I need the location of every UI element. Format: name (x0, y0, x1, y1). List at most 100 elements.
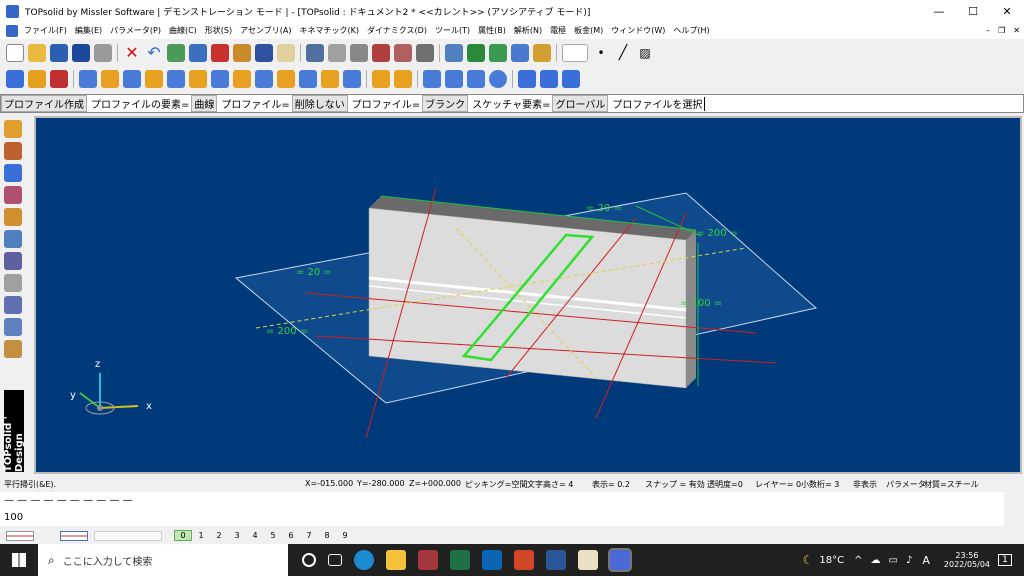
paint-app-icon[interactable] (578, 550, 598, 570)
pencil-icon[interactable] (189, 44, 207, 62)
assembly-icon[interactable] (4, 252, 22, 270)
status-snap[interactable]: スナップ = 有効 (645, 479, 705, 490)
eraser-icon[interactable] (277, 44, 295, 62)
topsolid-app-icon[interactable] (608, 548, 632, 572)
layer-5-button[interactable]: 5 (264, 531, 282, 540)
cone-icon[interactable] (467, 70, 485, 88)
tray-chevron-icon[interactable]: ^ (854, 555, 862, 566)
close-button[interactable]: ✕ (990, 0, 1024, 22)
maximize-button[interactable]: ☐ (956, 0, 990, 22)
clock[interactable]: 23:56 2022/05/04 (944, 551, 990, 569)
notification-icon[interactable]: 1 (998, 554, 1012, 566)
menu-tools[interactable]: ツール(T) (431, 25, 474, 36)
shape-tool-4-icon[interactable] (79, 70, 97, 88)
layer-1-button[interactable]: 1 (192, 531, 210, 540)
cortana-icon[interactable] (302, 553, 316, 567)
layer-9-button[interactable]: 9 (336, 531, 354, 540)
info-icon[interactable] (72, 44, 90, 62)
refresh-icon[interactable] (562, 70, 580, 88)
shape-tool-11-icon[interactable] (233, 70, 251, 88)
taskbar-search[interactable]: ⌕ ここに入力して検索 (38, 544, 288, 576)
menu-edit[interactable]: 編集(E) (71, 25, 106, 36)
shape-tool-17-icon[interactable] (372, 70, 390, 88)
menu-analysis[interactable]: 解析(N) (510, 25, 546, 36)
surface-icon[interactable] (4, 186, 22, 204)
menu-kinematic[interactable]: キネマチック(K) (295, 25, 363, 36)
measure-icon[interactable] (372, 44, 390, 62)
weather-temp[interactable]: 18°C (819, 555, 844, 566)
3d-viewport[interactable]: = 20 = = 200 = = 20 = = 100 = = 200 = z … (34, 116, 1022, 474)
scissors-icon[interactable] (306, 44, 324, 62)
shape-tool-9-icon[interactable] (189, 70, 207, 88)
menu-electrode[interactable]: 電極 (546, 25, 570, 36)
status-transparency[interactable]: 透明度=0 (707, 479, 743, 490)
shape-tool-10-icon[interactable] (211, 70, 229, 88)
word-icon[interactable] (546, 550, 566, 570)
status-material[interactable]: 材質=スチール (924, 479, 979, 490)
layer-0-button[interactable]: 0 (174, 530, 192, 541)
network-icon[interactable]: ▭ (889, 555, 898, 566)
layer-8-button[interactable]: 8 (318, 531, 336, 540)
layer-7-button[interactable]: 7 (300, 531, 318, 540)
shape-tool-2-icon[interactable] (28, 70, 46, 88)
layer-4-button[interactable]: 4 (246, 531, 264, 540)
shape-tool-5-icon[interactable] (101, 70, 119, 88)
layer-2-button[interactable]: 2 (210, 531, 228, 540)
excel-icon[interactable] (450, 550, 470, 570)
menu-parameter[interactable]: パラメータ(P) (106, 25, 165, 36)
menu-file[interactable]: ファイル(F) (20, 25, 71, 36)
task-view-icon[interactable] (328, 554, 342, 566)
weather-icon[interactable]: ☾ (803, 553, 814, 567)
minimize-button[interactable]: — (922, 0, 956, 22)
shape-tool-7-icon[interactable] (145, 70, 163, 88)
line-width-swatch[interactable] (94, 530, 162, 541)
volume-icon[interactable]: ♪ (906, 555, 912, 566)
split-icon[interactable] (350, 44, 368, 62)
status-params[interactable]: パラメータ (886, 479, 926, 490)
layout-1-icon[interactable] (518, 70, 536, 88)
child-minimize-button[interactable]: – (982, 26, 994, 35)
profile-value[interactable]: 削除しない (291, 95, 348, 112)
menu-window[interactable]: ウィンドウ(W) (607, 25, 669, 36)
hammer-icon[interactable] (233, 44, 251, 62)
open-folder-icon[interactable] (28, 44, 46, 62)
color-swatch[interactable] (562, 44, 588, 62)
line-color-swatch[interactable] (6, 530, 34, 541)
outlook-icon[interactable] (482, 550, 502, 570)
pen-icon[interactable] (4, 208, 22, 226)
shape-tool-1-icon[interactable] (6, 70, 24, 88)
shape-tool-15-icon[interactable] (321, 70, 339, 88)
shape-icon[interactable] (4, 164, 22, 182)
print-icon[interactable] (94, 44, 112, 62)
access-icon[interactable] (418, 550, 438, 570)
settings-icon[interactable] (211, 44, 229, 62)
paint-icon[interactable] (255, 44, 273, 62)
shape-tool-12-icon[interactable] (255, 70, 273, 88)
child-restore-button[interactable]: ❐ (994, 26, 1009, 35)
command-scrollbar[interactable] (1006, 492, 1022, 526)
shape-tool-8-icon[interactable] (167, 70, 185, 88)
cut-icon[interactable] (167, 44, 185, 62)
explorer-icon[interactable] (386, 550, 406, 570)
prompt-input[interactable] (704, 96, 1023, 111)
function-icon[interactable] (416, 44, 434, 62)
onedrive-icon[interactable]: ☁ (871, 555, 881, 566)
status-text-height[interactable]: 文字高さ= 4 (527, 479, 573, 490)
menu-assembly[interactable]: アセンブリ(A) (236, 25, 295, 36)
shape-tool-3-icon[interactable] (50, 70, 68, 88)
view-icon[interactable] (511, 44, 529, 62)
shape-tool-13-icon[interactable] (277, 70, 295, 88)
shape-tool-6-icon[interactable] (123, 70, 141, 88)
layer-6-button[interactable]: 6 (282, 531, 300, 540)
edge-icon[interactable] (354, 550, 374, 570)
save-icon[interactable] (50, 44, 68, 62)
shape-tool-16-icon[interactable] (343, 70, 361, 88)
status-hide[interactable]: 非表示 (853, 479, 877, 490)
profile-element-value[interactable]: 曲線 (191, 95, 218, 112)
sphere-icon[interactable] (489, 70, 507, 88)
menu-help[interactable]: ヘルプ(H) (669, 25, 713, 36)
line-style-icon[interactable]: ╱ (614, 44, 632, 62)
shape-tool-14-icon[interactable] (299, 70, 317, 88)
shape-tool-18-icon[interactable] (394, 70, 412, 88)
status-layer[interactable]: レイヤー= 0 (755, 479, 801, 490)
